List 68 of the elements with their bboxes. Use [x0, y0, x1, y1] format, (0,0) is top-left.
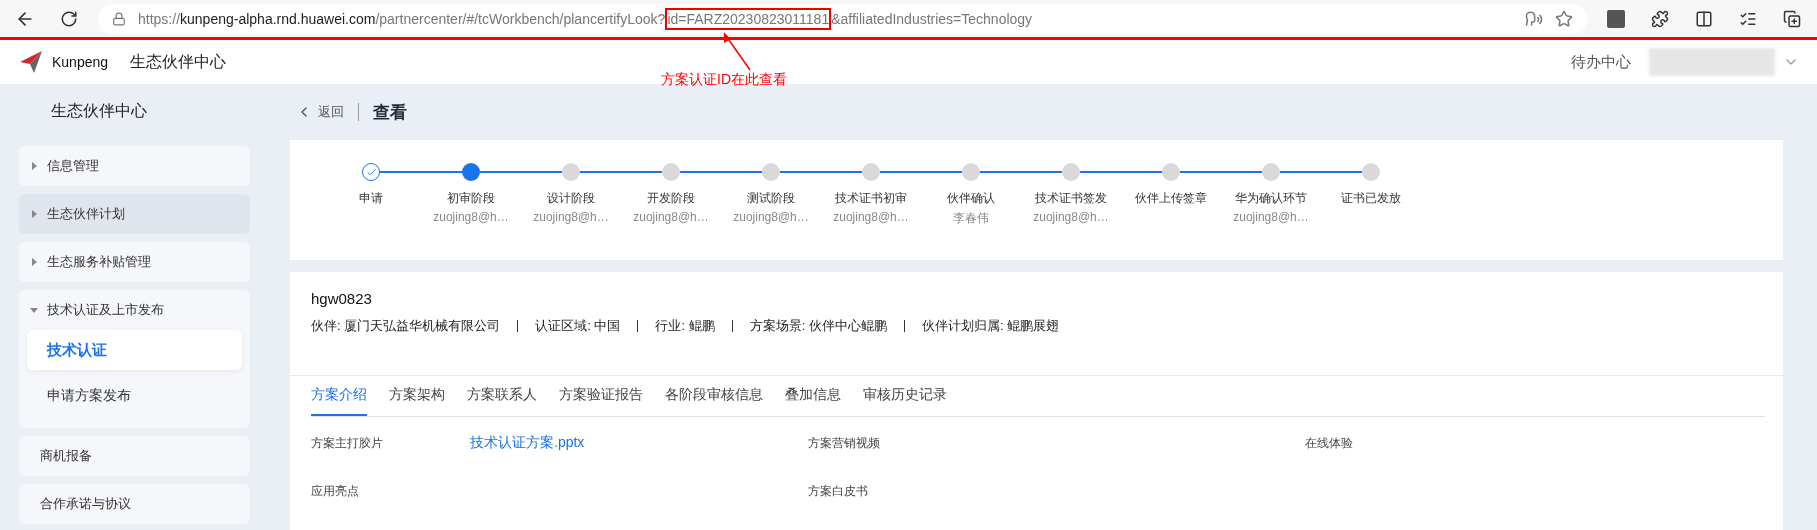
sidebar-item-label: 商机报备: [40, 447, 92, 465]
read-aloud-icon[interactable]: [1525, 9, 1543, 28]
logo-text: Kunpeng: [52, 54, 109, 70]
tab[interactable]: 审核历史记录: [863, 376, 947, 416]
logo-icon: [18, 49, 44, 75]
field-label: 方案白皮书: [808, 482, 869, 500]
url-text: https://kunpeng-alpha.rnd.huawei.com/partnercenter/#/tcWorkbench/plancertifyLook?: [138, 10, 666, 27]
tab[interactable]: 方案验证报告: [559, 376, 643, 416]
sidebar-item-label: 生态服务补贴管理: [47, 253, 151, 271]
step-label: 华为确认环节: [1235, 190, 1307, 207]
sidebar-item[interactable]: 技术认证及上市发布 技术认证 申请方案发布: [19, 290, 250, 428]
step-label: 技术证书初审: [835, 190, 907, 207]
field-label: 在线体验: [1305, 434, 1354, 452]
step-label: 申请: [359, 190, 383, 207]
sidebar-title: 生态伙伴中心: [50, 100, 148, 121]
sidebar-item-label: 合作承诺与协议: [40, 495, 131, 513]
step-label: 证书已发放: [1341, 190, 1401, 207]
annotation-note: 方案认证ID在此查看: [661, 71, 787, 89]
step-assignee: zuojing8@h…: [433, 210, 509, 224]
step-label: 初审阶段: [447, 190, 495, 207]
step-assignee: zuojing8@h…: [633, 210, 709, 224]
step-assignee: zuojing8@h…: [733, 210, 809, 224]
step-label: 开发阶段: [647, 190, 695, 207]
site-title: 生态伙伴中心: [130, 51, 227, 72]
page-title: 查看: [373, 101, 407, 124]
sidebar-item[interactable]: 商机报备: [19, 436, 250, 476]
meta-item: 认证区域: 中国: [535, 317, 621, 335]
sidebar-item[interactable]: 生态伙伴计划: [19, 194, 250, 234]
sidebar-item-label: 技术认证及上市发布: [47, 301, 164, 319]
step-assignee: zuojing8@h…: [1033, 210, 1109, 224]
lock-icon: [112, 11, 126, 26]
field-label: 方案营销视频: [808, 434, 881, 452]
favorite-icon[interactable]: [1555, 9, 1573, 28]
step-label: 伙伴上传签章: [1135, 190, 1207, 207]
tab[interactable]: 方案架构: [389, 376, 445, 416]
tab[interactable]: 方案联系人: [467, 376, 537, 416]
field-label: 应用亮点: [311, 482, 360, 500]
step-label: 设计阶段: [547, 190, 595, 207]
step-assignee: zuojing8@h…: [533, 210, 609, 224]
tab[interactable]: 各阶段审核信息: [665, 376, 763, 416]
sidebar-item[interactable]: 生态服务补贴管理: [19, 242, 250, 282]
field-label: 方案主打胶片: [311, 434, 384, 452]
meta-item: 方案场景: 伙伴中心鲲鹏: [749, 317, 887, 335]
meta-item: 行业: 鲲鹏: [655, 317, 715, 335]
todo-link[interactable]: 待办中心: [1571, 52, 1631, 72]
step-assignee: 李春伟: [953, 210, 989, 227]
step-label: 技术证书签发: [1035, 190, 1107, 207]
url-text: &affiliatedIndustries=Technology: [831, 10, 1033, 27]
sidebar-subitem[interactable]: 技术认证: [27, 330, 242, 370]
solution-name: hgw0823: [311, 290, 373, 307]
meta-item: 伙伴: 厦门天弘益华机械有限公司: [311, 317, 501, 335]
extension-icon[interactable]: [1607, 9, 1625, 28]
step-label: 测试阶段: [747, 190, 795, 207]
sidebar-item[interactable]: 合作承诺与协议: [19, 484, 250, 524]
back-link[interactable]: 返回: [296, 103, 359, 121]
step-assignee: zuojing8@h…: [833, 210, 909, 224]
sidebar-item[interactable]: 信息管理: [19, 146, 250, 186]
meta-item: 伙伴计划归属: 鲲鹏展翅: [921, 317, 1060, 335]
sidebar-subitem[interactable]: 申请方案发布: [27, 376, 242, 416]
file-link[interactable]: 技术认证方案.pptx: [470, 434, 585, 452]
step-label: 伙伴确认: [947, 190, 995, 207]
sidebar-item-label: 信息管理: [47, 157, 99, 175]
address-bar[interactable]: https://kunpeng-alpha.rnd.huawei.com/partnercenter/#/tcWorkbench/plancertifyLook?id=FARZ20230823011181&affiliatedIndustries=Technology: [98, 3, 1587, 34]
highlighted-url-part: id=FARZ20230823011181: [665, 7, 832, 30]
tab[interactable]: 方案介绍: [311, 376, 367, 416]
tab[interactable]: 叠加信息: [785, 376, 841, 416]
step-assignee: zuojing8@h…: [1233, 210, 1309, 224]
sidebar-item-label: 生态伙伴计划: [47, 205, 125, 223]
